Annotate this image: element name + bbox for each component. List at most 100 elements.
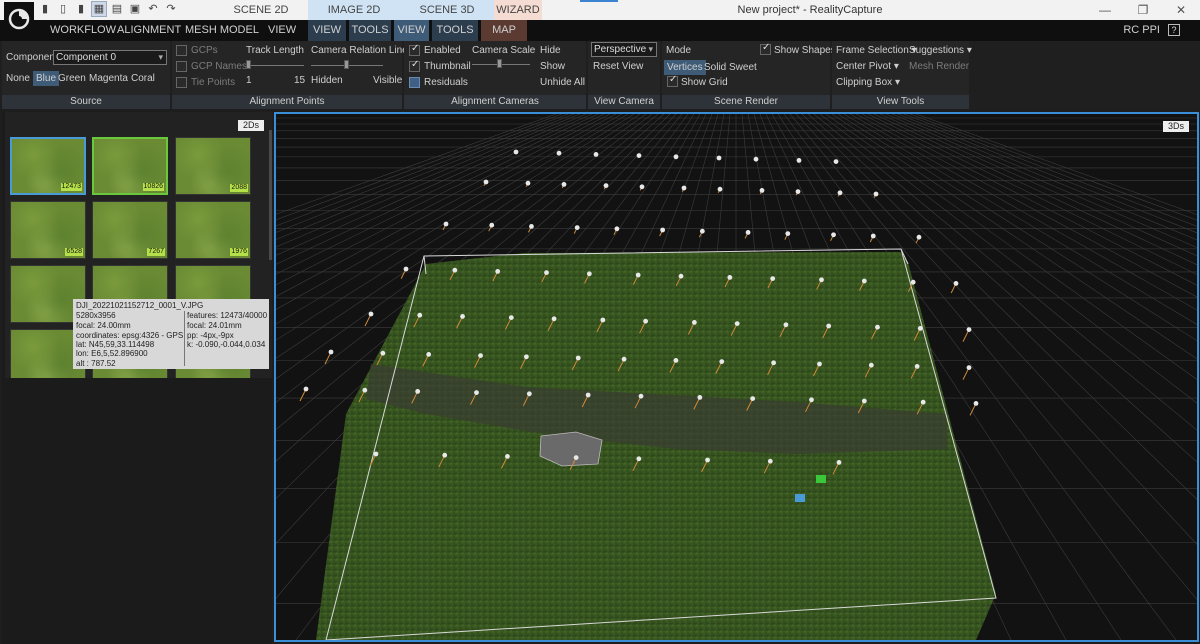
reset-view-button[interactable]: Reset View	[593, 61, 643, 72]
tab-image-tools[interactable]: TOOLS	[349, 20, 391, 41]
camera-marker	[873, 191, 879, 197]
camera-marker	[443, 221, 449, 227]
tab-scene-2d[interactable]: SCENE 2D	[214, 0, 308, 20]
color-coral[interactable]: Coral	[131, 71, 155, 86]
tab-image-2d[interactable]: IMAGE 2D	[308, 0, 400, 20]
clipping-box-button[interactable]: Clipping Box ▾	[836, 77, 900, 88]
tie-points-checkbox[interactable]	[176, 77, 187, 88]
rc-ppi-label[interactable]: RC PPI	[1123, 20, 1160, 41]
camera-marker	[770, 276, 776, 281]
camera-scale-knob[interactable]	[497, 59, 502, 68]
maximize-icon[interactable]: ❐	[1124, 0, 1162, 20]
image-thumbnail[interactable]: 6528	[10, 201, 86, 259]
camera-marker	[403, 266, 409, 272]
menu-bar: WORKFLOW ALIGNMENT MESH MODEL VIEW	[0, 20, 1200, 41]
minimize-icon[interactable]: —	[1086, 0, 1124, 20]
tab-scene-3d[interactable]: SCENE 3D	[400, 0, 494, 20]
layout-4-icon[interactable]: ▦	[91, 1, 107, 17]
clipping-box-label: Clipping Box	[836, 77, 893, 88]
panel-2d-badge[interactable]: 2Ds	[237, 120, 264, 131]
tab-scene-tools[interactable]: TOOLS	[432, 20, 478, 41]
track-length-slider[interactable]	[246, 65, 304, 66]
camera-marker	[673, 358, 679, 363]
image-thumbnail[interactable]: 7267	[92, 201, 168, 259]
camera-marker	[505, 454, 510, 459]
camera-relation-lines-label: Camera Relation Lines	[311, 45, 413, 56]
menu-alignment[interactable]: ALIGNMENT	[117, 20, 181, 41]
menu-workflow[interactable]: WORKFLOW	[50, 20, 116, 41]
camera-marker	[973, 401, 979, 406]
camera-marker	[837, 190, 843, 196]
camera-marker	[785, 231, 791, 236]
mode-solid[interactable]: Solid	[704, 60, 726, 75]
camera-marker	[574, 225, 580, 230]
component-select[interactable]: Component 0	[53, 50, 167, 65]
camera-marker	[734, 321, 740, 326]
layout-5-icon[interactable]: ▤	[110, 2, 124, 16]
image-thumbnail[interactable]: 1976	[175, 201, 251, 259]
layout-3-icon[interactable]: ▮	[74, 2, 88, 16]
panel-3d-badge[interactable]: 3Ds	[1162, 121, 1189, 132]
tab-map[interactable]: MAP	[481, 20, 527, 41]
tab-wizard[interactable]: WIZARD	[494, 0, 542, 20]
image-thumbnail[interactable]: 12473	[10, 137, 86, 195]
residuals-checkbox[interactable]	[409, 77, 420, 88]
camera-marker	[417, 312, 423, 318]
track-length-label: Track Length	[246, 45, 304, 56]
suggestions-button[interactable]: Suggestions ▾	[909, 45, 972, 56]
dropdown-icon: ▾	[894, 77, 900, 88]
hide-button[interactable]: Hide	[540, 45, 561, 56]
tab-image-view[interactable]: VIEW	[308, 20, 346, 41]
panel-3d-view[interactable]: 3Ds	[274, 112, 1199, 642]
tab-scene-view[interactable]: VIEW	[394, 20, 429, 41]
color-green[interactable]: Green	[58, 71, 86, 86]
close-icon[interactable]: ✕	[1162, 0, 1200, 20]
show-button[interactable]: Show	[540, 61, 565, 72]
tooltip-focal: focal: 24.00mm	[76, 321, 131, 330]
thumbnail-scrollbar[interactable]	[269, 130, 272, 260]
redo-icon[interactable]: ↷	[164, 2, 178, 16]
camera-marker	[551, 316, 557, 322]
color-blue[interactable]: Blue	[33, 71, 60, 86]
mode-sweet[interactable]: Sweet	[729, 60, 757, 75]
group-scene-render: Mode Vertices Solid Sweet Show Shapes Sh…	[662, 41, 836, 109]
tooltip-features: features: 12473/40000	[187, 311, 268, 320]
menu-mesh-model[interactable]: MESH MODEL	[185, 20, 259, 41]
enabled-checkbox[interactable]	[409, 43, 420, 56]
menu-view[interactable]: VIEW	[268, 20, 296, 41]
app-logo[interactable]	[4, 2, 34, 36]
3d-scene[interactable]	[276, 114, 1197, 640]
thumbnail-checkbox[interactable]	[409, 59, 420, 72]
empty-panel	[5, 380, 272, 644]
camera-relation-knob[interactable]	[344, 60, 349, 69]
show-shapes-checkbox[interactable]	[760, 42, 771, 55]
show-grid-checkbox[interactable]	[667, 74, 678, 87]
gcp-names-checkbox[interactable]	[176, 61, 187, 72]
center-pivot-button[interactable]: Center Pivot ▾	[836, 61, 899, 72]
unhide-all-button[interactable]: Unhide All	[540, 77, 585, 88]
image-thumbnail[interactable]: 10826	[92, 137, 168, 195]
camera-marker	[697, 395, 703, 400]
layout-1-icon[interactable]: ▮	[38, 2, 52, 16]
camera-marker	[861, 278, 867, 284]
mode-vertices[interactable]: Vertices	[664, 60, 706, 75]
image-thumbnail[interactable]: 2088	[175, 137, 251, 195]
color-none[interactable]: None	[6, 71, 30, 86]
color-magenta[interactable]: Magenta	[89, 71, 128, 86]
track-length-knob[interactable]	[246, 60, 251, 69]
layout-2-icon[interactable]: ▯	[56, 2, 70, 16]
frame-selection-button[interactable]: Frame Selection ▾	[836, 45, 917, 56]
realitycapture-app: ▮ ▯ ▮ ▦ ▤ ▣ ↶ ↷ New project* - RealityCa…	[0, 0, 1200, 644]
camera-marker	[489, 222, 495, 228]
feature-count: 10826	[142, 183, 164, 191]
mesh-render-button[interactable]: Mesh Render	[909, 61, 969, 72]
save-icon[interactable]: ▣	[128, 2, 142, 16]
feature-count: 12473	[60, 183, 82, 191]
undo-icon[interactable]: ↶	[146, 2, 160, 16]
camera-marker	[303, 386, 309, 392]
help-icon[interactable]: ?	[1168, 24, 1180, 36]
thumbnail-grid: 2Ds 12473 10826 2088 6528 7267 1976 1778…	[5, 112, 272, 378]
projection-select[interactable]: Perspective	[591, 42, 657, 57]
gcps-checkbox[interactable]	[176, 45, 187, 56]
camera-marker	[415, 389, 421, 394]
